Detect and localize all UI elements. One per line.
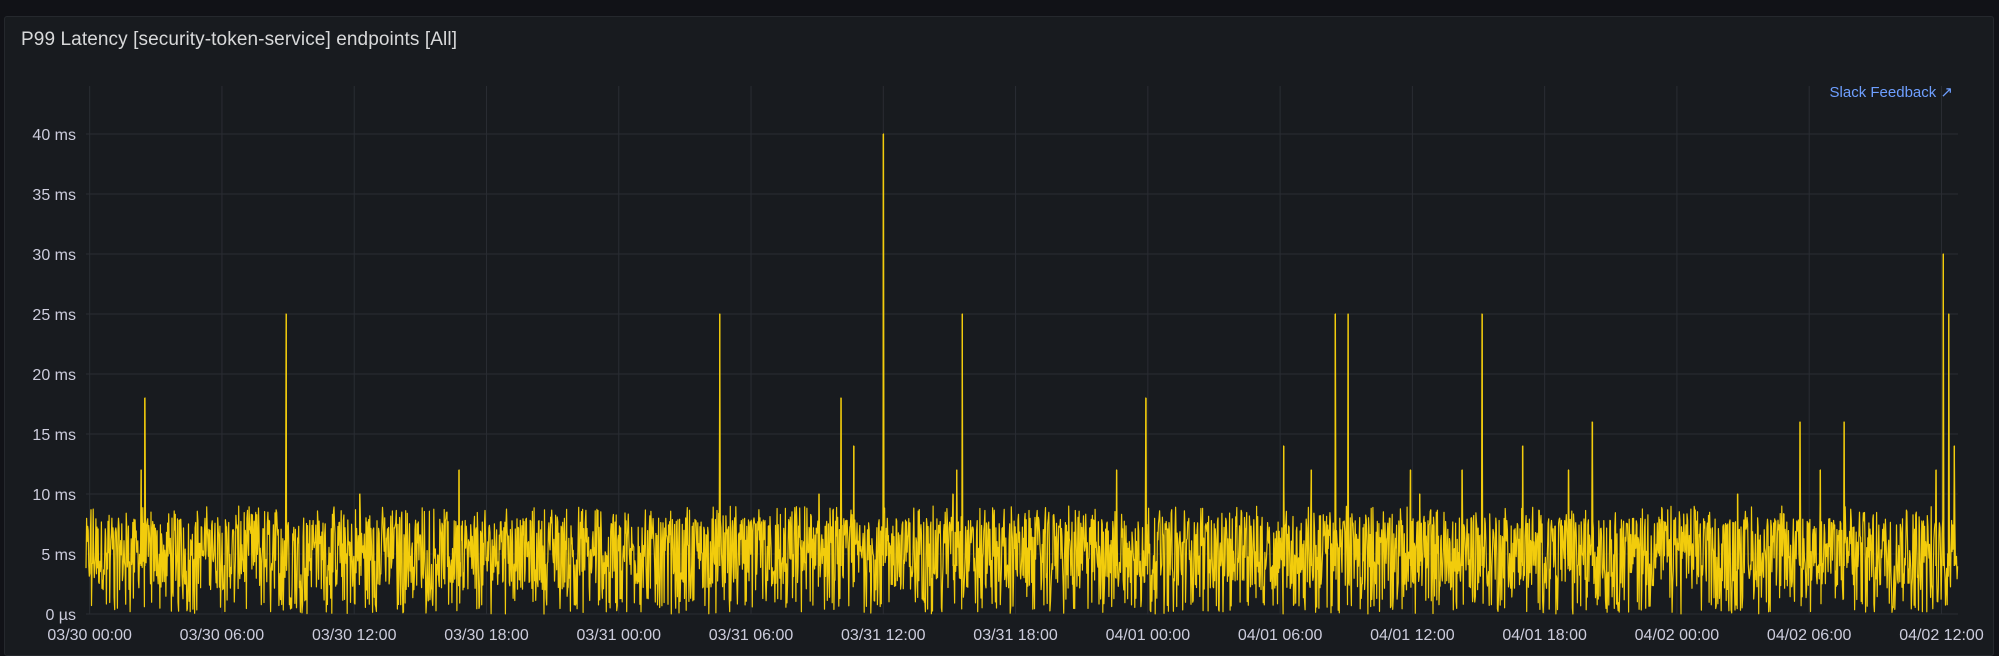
x-tick-label: 03/31 06:00 [709, 627, 794, 644]
y-tick-label: 15 ms [32, 427, 76, 444]
x-tick-label: 04/01 12:00 [1370, 627, 1455, 644]
x-tick-label: 03/30 12:00 [312, 627, 397, 644]
x-tick-label: 04/01 06:00 [1238, 627, 1323, 644]
y-tick-label: 20 ms [32, 367, 76, 384]
x-tick-label: 03/31 12:00 [841, 627, 926, 644]
x-tick-label: 03/30 18:00 [444, 627, 529, 644]
x-tick-label: 03/30 06:00 [180, 627, 265, 644]
x-tick-label: 04/02 00:00 [1635, 627, 1720, 644]
y-tick-label: 35 ms [32, 187, 76, 204]
x-tick-label: 03/31 00:00 [576, 627, 661, 644]
x-tick-label: 03/31 18:00 [973, 627, 1058, 644]
latency-chart: 0 µs 5 ms 10 ms 15 ms 20 ms 25 ms 30 ms 35 ms 40… [32, 86, 1984, 644]
x-tick-label: 04/02 06:00 [1767, 627, 1852, 644]
y-tick-label: 25 ms [32, 307, 76, 324]
y-tick-label: 5 ms [41, 547, 76, 564]
x-tick-label: 04/01 00:00 [1106, 627, 1191, 644]
y-tick-label: 10 ms [32, 487, 76, 504]
x-tick-label: 03/30 00:00 [47, 627, 132, 644]
y-tick-label: 0 µs [45, 607, 76, 624]
x-tick-label: 04/01 18:00 [1502, 627, 1587, 644]
y-tick-label: 40 ms [32, 127, 76, 144]
y-tick-label: 30 ms [32, 247, 76, 264]
x-tick-label: 04/02 12:00 [1899, 627, 1984, 644]
